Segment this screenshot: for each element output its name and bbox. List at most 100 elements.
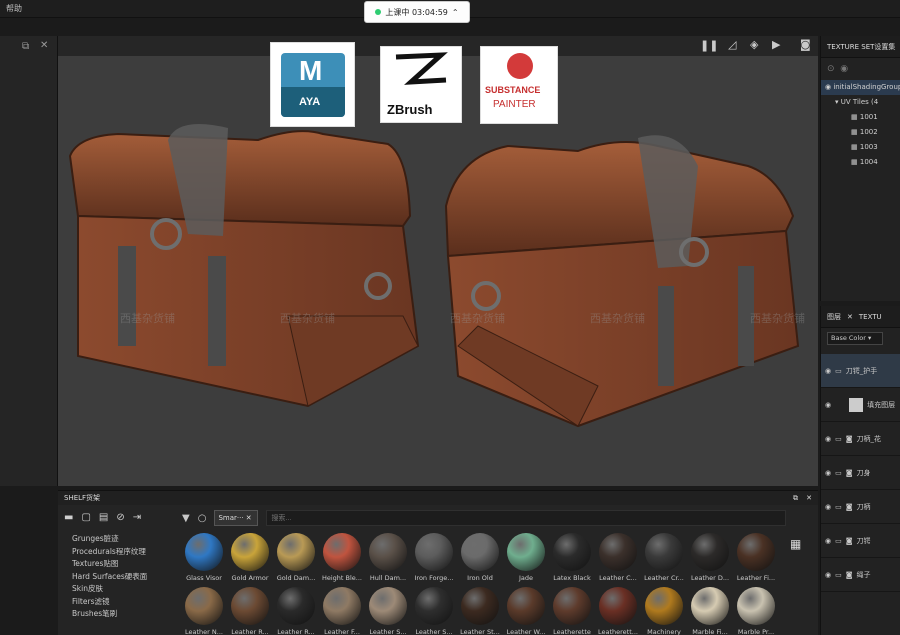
category-item[interactable]: Brushes笔刷 bbox=[72, 608, 178, 621]
tree-tile-row[interactable]: ▦ 1004 bbox=[821, 155, 900, 170]
layer-name: 刀身 bbox=[856, 468, 871, 477]
hide-icon[interactable]: ⊘ bbox=[116, 512, 124, 523]
folder-icon: ▭ bbox=[835, 502, 842, 511]
layer-name: 填充图层 bbox=[867, 400, 896, 409]
material-item[interactable]: Leather S... bbox=[412, 587, 456, 635]
filter-icon[interactable]: ▼ bbox=[182, 513, 190, 524]
camera-view-icon[interactable]: ◿ bbox=[728, 38, 736, 51]
recording-indicator[interactable]: 上课中 03:04:59 ⌃ bbox=[364, 1, 470, 23]
close-icon[interactable]: ✕ bbox=[806, 491, 812, 505]
tree-uv-tiles-row[interactable]: ▾ UV Tiles (4 bbox=[821, 95, 900, 110]
layer-name: 绳子 bbox=[856, 570, 871, 579]
material-item[interactable]: Leather F... bbox=[320, 587, 364, 635]
chevron-up-icon[interactable]: ⌃ bbox=[452, 8, 459, 17]
material-item[interactable]: Hull Dam... bbox=[366, 533, 410, 582]
eye-icon[interactable]: ◉ bbox=[840, 64, 848, 74]
close-icon[interactable]: ✕ bbox=[847, 313, 853, 321]
pause-icon[interactable]: ❚❚ bbox=[700, 39, 718, 52]
material-label: Gold Armor bbox=[231, 574, 269, 582]
material-item[interactable]: Gold Armor bbox=[228, 533, 272, 582]
eye-icon[interactable]: ◉ bbox=[825, 571, 831, 579]
import-icon[interactable]: ⇥ bbox=[133, 512, 141, 523]
layer-row[interactable]: ◉ ▭ ◙ 刀锷 bbox=[821, 524, 900, 558]
close-icon[interactable]: ✕ bbox=[40, 40, 48, 51]
maya-logo-text: AYA bbox=[299, 96, 321, 108]
material-item[interactable]: Marble Pr... bbox=[734, 587, 778, 635]
material-label: Leather Cr... bbox=[644, 574, 684, 582]
material-preview-icon bbox=[369, 587, 407, 625]
material-item[interactable]: Leather St... bbox=[458, 587, 502, 635]
layer-row[interactable]: ◉ ▭ ◙ 刀柄 bbox=[821, 490, 900, 524]
material-item[interactable]: Height Ble... bbox=[320, 533, 364, 582]
tree-tile-row[interactable]: ▦ 1002 bbox=[821, 125, 900, 140]
eye-icon[interactable]: ◉ bbox=[825, 367, 831, 375]
new-item-icon[interactable]: ▢ bbox=[81, 512, 90, 523]
float-panel-icon[interactable]: ⧉ bbox=[793, 491, 798, 505]
material-preview-icon bbox=[185, 587, 223, 625]
float-panel-icon[interactable]: ⧉ bbox=[22, 41, 29, 52]
category-item[interactable]: Hard Surfaces硬表面 bbox=[72, 571, 178, 584]
material-item[interactable]: Leather N... bbox=[182, 587, 226, 635]
material-item[interactable]: Leather Cr... bbox=[642, 533, 686, 582]
cube-icon[interactable]: ◈ bbox=[750, 38, 758, 51]
tab-textures[interactable]: TEXTU bbox=[859, 313, 882, 321]
material-item[interactable]: Leather R... bbox=[228, 587, 272, 635]
tab-layers[interactable]: 图层 bbox=[827, 312, 841, 322]
watermark-3: 西基杂货铺 bbox=[450, 311, 505, 325]
material-item[interactable]: Latex Black bbox=[550, 533, 594, 582]
video-camera-icon[interactable]: ▶ bbox=[772, 38, 780, 51]
menu-help[interactable]: 帮助 bbox=[6, 4, 22, 13]
material-item[interactable]: Leather C... bbox=[596, 533, 640, 582]
eye-icon[interactable]: ◉ bbox=[825, 537, 831, 545]
zbrush-logo-text: ZBrush bbox=[387, 102, 433, 117]
material-item[interactable]: Leatherett... bbox=[596, 587, 640, 635]
material-label: Leather R... bbox=[277, 628, 315, 635]
layer-name: 刀柄 bbox=[856, 502, 871, 511]
chevron-down-icon[interactable]: ▾ bbox=[835, 98, 839, 106]
shelf-search-input[interactable] bbox=[266, 510, 787, 526]
material-item[interactable]: Leather R... bbox=[274, 587, 318, 635]
material-item[interactable]: Glass Visor bbox=[182, 533, 226, 582]
material-item[interactable]: Jade bbox=[504, 533, 548, 582]
smart-materials-tab[interactable]: Smar··· ✕ bbox=[214, 510, 259, 526]
circle-filter-icon[interactable]: ○ bbox=[198, 513, 207, 524]
material-item[interactable]: Leather Fi... bbox=[734, 533, 778, 582]
material-item[interactable]: Leather W... bbox=[504, 587, 548, 635]
category-item[interactable]: Procedurals程序纹理 bbox=[72, 546, 178, 559]
material-item[interactable]: Machinery bbox=[642, 587, 686, 635]
category-item[interactable]: Filters滤镜 bbox=[72, 596, 178, 609]
screenshot-icon[interactable]: ◙ bbox=[800, 38, 811, 51]
material-item[interactable]: Leatherette bbox=[550, 587, 594, 635]
material-item[interactable]: Iron Old bbox=[458, 533, 502, 582]
layer-row[interactable]: ◉ ▭ ◙ 绳子 bbox=[821, 558, 900, 592]
layer-row[interactable]: ◉ ▭ 刀锷_护手 bbox=[821, 354, 900, 388]
material-preview-icon bbox=[645, 533, 683, 571]
eye-icon[interactable]: ◉ bbox=[825, 83, 831, 91]
tree-tile-row[interactable]: ▦ 1001 bbox=[821, 110, 900, 125]
material-item[interactable]: Marble Fi... bbox=[688, 587, 732, 635]
category-item[interactable]: Textures贴图 bbox=[72, 558, 178, 571]
folder-icon[interactable]: ▬ bbox=[64, 512, 73, 523]
material-label: Leather Fi... bbox=[736, 574, 776, 582]
layer-row[interactable]: ◉ 填充图层 bbox=[821, 388, 900, 422]
save-icon[interactable]: ▤ bbox=[99, 512, 108, 523]
eye-icon[interactable]: ◉ bbox=[825, 503, 831, 511]
tree-tile-row[interactable]: ▦ 1003 bbox=[821, 140, 900, 155]
material-preview-icon bbox=[553, 533, 591, 571]
tree-shader-row[interactable]: ◉ initialShadingGroup bbox=[821, 80, 900, 95]
eye-icon[interactable]: ◉ bbox=[825, 401, 831, 409]
material-item[interactable]: Iron Forge... bbox=[412, 533, 456, 582]
category-item[interactable]: Skin皮肤 bbox=[72, 583, 178, 596]
grid-view-icon[interactable]: ▦ bbox=[790, 537, 801, 551]
material-label: Leatherette bbox=[553, 628, 591, 635]
eye-icon[interactable]: ◉ bbox=[825, 469, 831, 477]
category-item[interactable]: Grunges脏迹 bbox=[72, 533, 178, 546]
material-item[interactable]: Gold Dam... bbox=[274, 533, 318, 582]
material-item[interactable]: Leather D... bbox=[688, 533, 732, 582]
eye-icon[interactable]: ◉ bbox=[825, 435, 831, 443]
layer-row[interactable]: ◉ ▭ ◙ 刀柄_花 bbox=[821, 422, 900, 456]
layer-row[interactable]: ◉ ▭ ◙ 刀身 bbox=[821, 456, 900, 490]
channel-select[interactable]: Base Color ▾ bbox=[827, 332, 883, 345]
settings-icon[interactable]: ⊙ bbox=[827, 64, 835, 74]
material-item[interactable]: Leather S... bbox=[366, 587, 410, 635]
